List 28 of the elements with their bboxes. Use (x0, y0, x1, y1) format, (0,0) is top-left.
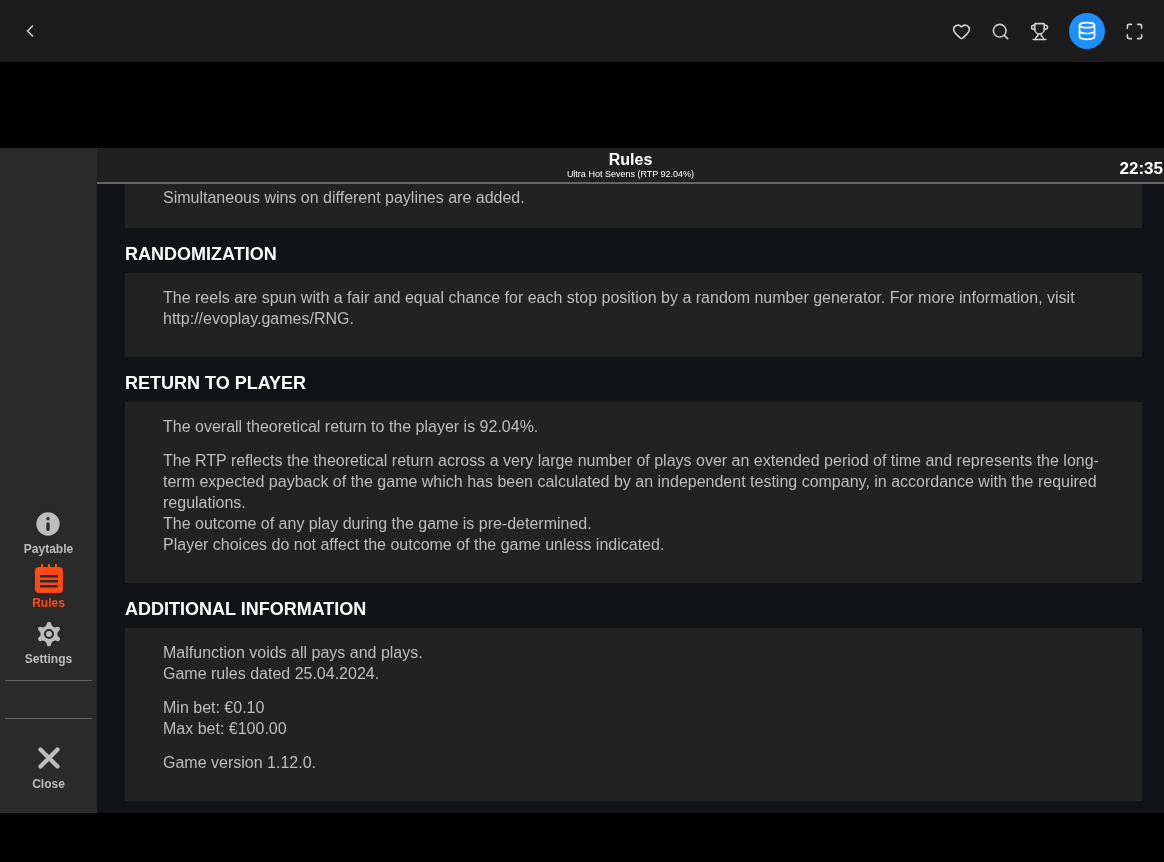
heart-icon[interactable] (952, 21, 971, 41)
close-button[interactable]: Close (31, 741, 66, 793)
clock: 22:35 (1119, 158, 1163, 180)
sidebar-tab[interactable]: Settings (24, 618, 73, 668)
section-heading: ADDITIONAL INFORMATION (125, 598, 368, 620)
trophy-icon[interactable] (1030, 21, 1049, 41)
notepad-icon (33, 564, 64, 594)
database-button[interactable] (1069, 13, 1105, 49)
search-icon[interactable] (991, 21, 1010, 41)
sidebar-tab[interactable]: Paytable (23, 508, 74, 558)
page-title: Rules (608, 150, 653, 169)
rule-text: Malfunction voids all pays and plays. (163, 643, 424, 663)
rule-text: Min bet: €0.10 (163, 698, 266, 718)
rule-text: The overall theoretical return to the player is 92.04%. (163, 417, 540, 437)
rule-text: Game version 1.12.0. (163, 753, 317, 773)
database-icon (1077, 21, 1097, 41)
rule-text: The reels are spun with a fair and equal chance for each stop position by a random number generator. For more information, visit http://evoplay.games/RNG. (163, 288, 1076, 329)
rule-text: Simultaneous wins on different paylines are added. (163, 188, 526, 208)
game-subtitle: Ultra Hot Sevens (RTP 92.04%) (566, 168, 695, 180)
rule-text: Game rules dated 25.04.2024. (163, 664, 381, 684)
rule-text: Player choices do not affect the outcome of the game unless indicated. (163, 535, 666, 555)
sidebar-tab[interactable]: Rules (32, 564, 65, 612)
rule-text: The outcome of any play during the game is pre-determined. (163, 514, 593, 534)
rule-text: The RTP reflects the theoretical return across a very large number of plays over an extended period of time and represents the long-term expected payback of the game which has been calculated by an independent testing company, in accordance with the required regulations. (163, 451, 1100, 513)
section-heading: RETURN TO PLAYER (125, 372, 308, 394)
rule-text: Max bet: €100.00 (163, 719, 288, 739)
fullscreen-icon[interactable] (1125, 21, 1144, 41)
section-heading: RANDOMIZATION (125, 243, 278, 265)
